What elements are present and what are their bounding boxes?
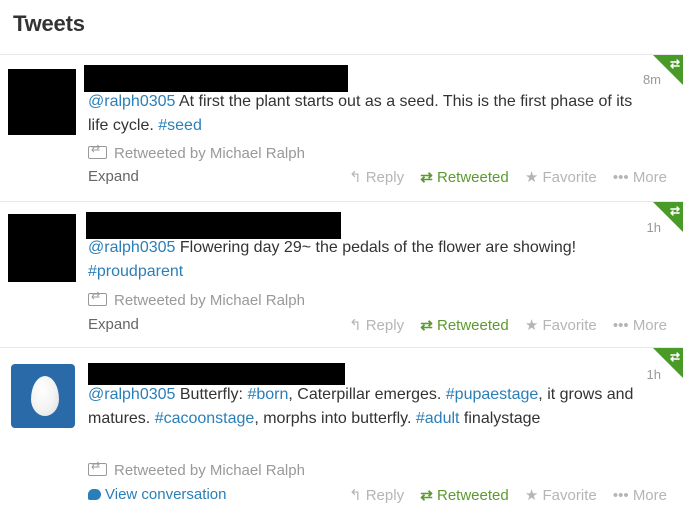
- reply-label: Reply: [365, 317, 405, 334]
- hashtag-link[interactable]: #proudparent: [88, 263, 183, 280]
- favorite-button[interactable]: ★ Favorite: [525, 317, 597, 334]
- tweet-timestamp[interactable]: 1h: [647, 367, 661, 382]
- retweeted-by-text: Retweeted by Michael Ralph: [114, 145, 305, 162]
- redacted-user-name: [88, 363, 345, 385]
- timeline-header: Tweets: [0, 0, 683, 55]
- reply-icon: ↰: [348, 317, 362, 334]
- reply-icon: ↰: [348, 169, 362, 186]
- ellipsis-icon: •••: [612, 487, 629, 504]
- tweet-actions: ↰ Reply ⇄ Retweeted ★ Favorite ••• More: [337, 316, 667, 334]
- hashtag-link[interactable]: #adult: [416, 410, 460, 427]
- more-label: More: [632, 169, 667, 186]
- reply-button[interactable]: ↰ Reply: [349, 169, 404, 186]
- reply-button[interactable]: ↰ Reply: [349, 487, 404, 504]
- retweeted-by-line: Retweeted by Michael Ralph: [88, 289, 305, 309]
- more-button[interactable]: ••• More: [613, 487, 667, 504]
- tweet-text-segment: finalystage: [459, 410, 541, 427]
- tweet-item[interactable]: ⇄ 1h @ralph0305 Flowering day 29~ the pe…: [0, 202, 683, 348]
- retweet-icon: [88, 459, 107, 476]
- tweet-text: @ralph0305 Flowering day 29~ the pedals …: [88, 236, 648, 284]
- favorite-label: Favorite: [542, 169, 597, 186]
- reply-label: Reply: [365, 169, 405, 186]
- favorite-label: Favorite: [542, 317, 597, 334]
- reply-icon: ↰: [348, 487, 362, 504]
- view-conversation-label: View conversation: [105, 486, 227, 503]
- reply-label: Reply: [365, 487, 405, 504]
- retweeted-label: Retweeted: [437, 317, 509, 334]
- speech-bubble-icon: [88, 489, 101, 500]
- retweeted-by-text: Retweeted by Michael Ralph: [114, 292, 305, 309]
- hashtag-link[interactable]: #pupaestage: [446, 386, 539, 403]
- tweet-actions: ↰ Reply ⇄ Retweeted ★ Favorite ••• More: [337, 486, 667, 504]
- mention-link[interactable]: @ralph0305: [88, 93, 175, 110]
- retweeted-button[interactable]: ⇄ Retweeted: [420, 487, 508, 504]
- retweeted-button[interactable]: ⇄ Retweeted: [420, 317, 508, 334]
- tweet-text-segment: Butterfly:: [175, 386, 248, 403]
- star-icon: ★: [524, 487, 539, 504]
- retweeted-by-line: Retweeted by Michael Ralph: [88, 142, 305, 162]
- more-label: More: [632, 317, 667, 334]
- retweet-icon: ⇄: [420, 487, 433, 504]
- retweet-icon: ⇄: [420, 317, 433, 334]
- redacted-user-name: [86, 212, 341, 239]
- retweeted-label: Retweeted: [437, 169, 509, 186]
- retweet-corner-icon: ⇄: [669, 57, 680, 71]
- tweet-text-segment: , Caterpillar emerges.: [288, 386, 446, 403]
- retweeted-by-text: Retweeted by Michael Ralph: [114, 462, 305, 479]
- view-conversation-link[interactable]: View conversation: [88, 486, 226, 503]
- reply-button[interactable]: ↰ Reply: [349, 317, 404, 334]
- retweeted-by-line: Retweeted by Michael Ralph: [88, 459, 305, 479]
- retweeted-button[interactable]: ⇄ Retweeted: [420, 169, 508, 186]
- redacted-user-name: [84, 65, 348, 92]
- more-button[interactable]: ••• More: [613, 169, 667, 186]
- favorite-label: Favorite: [542, 487, 597, 504]
- avatar[interactable]: [8, 214, 76, 282]
- favorite-button[interactable]: ★ Favorite: [525, 487, 597, 504]
- retweeted-label: Retweeted: [437, 487, 509, 504]
- tweet-timestamp[interactable]: 8m: [643, 72, 661, 87]
- tweet-timestamp[interactable]: 1h: [647, 220, 661, 235]
- retweet-icon: [88, 289, 107, 306]
- star-icon: ★: [524, 169, 539, 186]
- expand-link[interactable]: Expand: [88, 316, 139, 333]
- hashtag-link[interactable]: #cacoonstage: [155, 410, 255, 427]
- egg-icon: [31, 376, 59, 416]
- avatar[interactable]: [8, 69, 76, 135]
- mention-link[interactable]: @ralph0305: [88, 386, 175, 403]
- tweet-actions: ↰ Reply ⇄ Retweeted ★ Favorite ••• More: [337, 168, 667, 186]
- ellipsis-icon: •••: [612, 317, 629, 334]
- more-button[interactable]: ••• More: [613, 317, 667, 334]
- retweet-icon: ⇄: [420, 169, 433, 186]
- tweet-text: @ralph0305 Butterfly: #born, Caterpillar…: [88, 383, 638, 431]
- tweet-text-segment: , morphs into butterfly.: [254, 410, 416, 427]
- star-icon: ★: [524, 317, 539, 334]
- hashtag-link[interactable]: #born: [247, 386, 288, 403]
- tweet-text-segment: Flowering day 29~ the pedals of the flow…: [175, 239, 577, 256]
- avatar[interactable]: [11, 364, 75, 428]
- retweet-corner-icon: ⇄: [669, 350, 680, 364]
- tweet-item[interactable]: ⇄ 8m @ralph0305 At first the plant start…: [0, 55, 683, 202]
- retweet-icon: [88, 142, 107, 159]
- ellipsis-icon: •••: [612, 169, 629, 186]
- tweet-item[interactable]: ⇄ 1h @ralph0305 Butterfly: #born, Caterp…: [0, 348, 683, 514]
- expand-link[interactable]: Expand: [88, 168, 139, 185]
- hashtag-link[interactable]: #seed: [158, 117, 202, 134]
- page-title: Tweets: [13, 11, 85, 36]
- more-label: More: [632, 487, 667, 504]
- retweet-corner-icon: ⇄: [669, 204, 680, 218]
- tweet-text: @ralph0305 At first the plant starts out…: [88, 90, 648, 138]
- favorite-button[interactable]: ★ Favorite: [525, 169, 597, 186]
- mention-link[interactable]: @ralph0305: [88, 239, 175, 256]
